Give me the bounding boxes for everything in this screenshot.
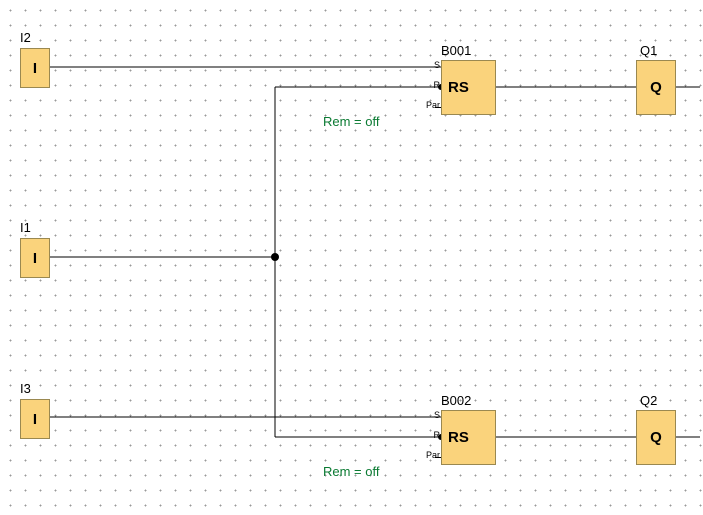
b001-port-par: Par: [419, 100, 440, 110]
b001-port-s: S: [427, 60, 440, 70]
b002-port-s: S: [427, 410, 440, 420]
block-i3[interactable]: I: [20, 399, 50, 439]
block-q2[interactable]: Q: [636, 410, 676, 465]
b002-port-par: Par: [419, 450, 440, 460]
block-q2-text: Q: [650, 429, 662, 446]
b001-param: Rem = off: [323, 114, 379, 129]
block-b002[interactable]: RS: [441, 410, 496, 465]
block-b002-text: RS: [448, 429, 469, 446]
b001-par-stub: [435, 107, 441, 108]
diagram-canvas: I2 I I1 I I3 I B001 RS S R Par Rem = off…: [0, 0, 703, 515]
block-i1-label: I1: [20, 220, 31, 235]
block-i2[interactable]: I: [20, 48, 50, 88]
block-i1-text: I: [33, 250, 37, 267]
b002-port-r: R: [427, 430, 440, 440]
b001-port-r: R: [427, 80, 440, 90]
block-b001-label: B001: [441, 43, 471, 58]
block-i3-label: I3: [20, 381, 31, 396]
block-i3-text: I: [33, 411, 37, 428]
block-b002-label: B002: [441, 393, 471, 408]
block-q2-label: Q2: [640, 393, 657, 408]
block-i2-text: I: [33, 60, 37, 77]
block-q1-text: Q: [650, 79, 662, 96]
block-b001-text: RS: [448, 79, 469, 96]
block-b001[interactable]: RS: [441, 60, 496, 115]
block-i2-label: I2: [20, 30, 31, 45]
b002-param: Rem = off: [323, 464, 379, 479]
block-i1[interactable]: I: [20, 238, 50, 278]
block-q1[interactable]: Q: [636, 60, 676, 115]
block-q1-label: Q1: [640, 43, 657, 58]
wires-layer: [0, 0, 703, 515]
b002-par-stub: [435, 457, 441, 458]
